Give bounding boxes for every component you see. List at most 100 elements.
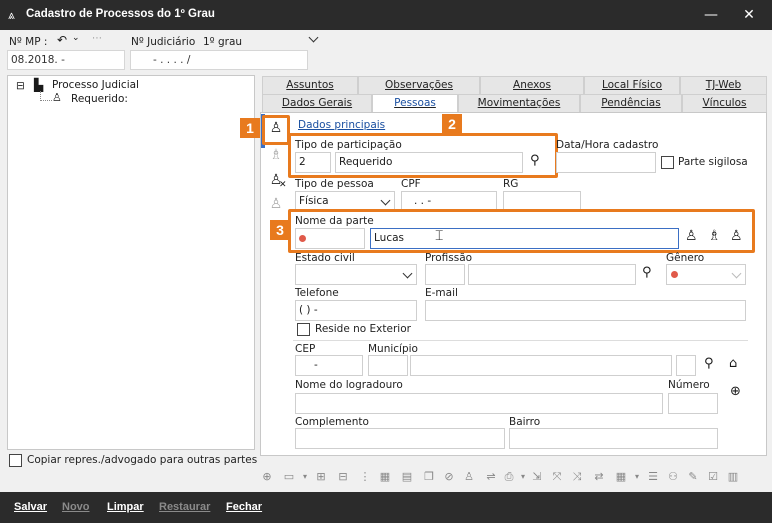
person-search-icon[interactable]: ♙ bbox=[266, 194, 286, 214]
print-icon[interactable]: ⎙ bbox=[502, 470, 516, 484]
grid-icon[interactable]: ⊞ bbox=[314, 470, 328, 484]
search-icon[interactable]: ⚲ bbox=[704, 356, 714, 371]
clear-button[interactable]: Limpar bbox=[107, 492, 144, 523]
flow-icon[interactable]: ⇄ bbox=[592, 470, 606, 484]
user-icon[interactable]: ♙ bbox=[462, 470, 476, 484]
numero-label: Número bbox=[668, 379, 710, 391]
search-icon[interactable]: ⚲ bbox=[642, 265, 652, 280]
telefone-label: Telefone bbox=[295, 287, 339, 299]
folder-icon[interactable]: ▭ bbox=[282, 470, 296, 484]
person-lawyer-icon[interactable]: ♗ bbox=[266, 145, 286, 165]
tab-observacoes[interactable]: Observações bbox=[358, 76, 480, 94]
tabs-row-2: Dados Gerais Pessoas Movimentações Pendê… bbox=[262, 94, 767, 112]
person-card-icon[interactable]: ♙ bbox=[685, 228, 698, 244]
tab-pendencias[interactable]: Pendências bbox=[580, 94, 682, 112]
text-cursor-icon: ⌶ bbox=[435, 228, 444, 244]
data-hora-input[interactable] bbox=[556, 152, 656, 173]
nome-parte-input[interactable]: Lucas bbox=[370, 228, 679, 249]
tab-pessoas[interactable]: Pessoas bbox=[372, 94, 458, 112]
save-button[interactable]: Salvar bbox=[14, 492, 47, 523]
cep-label: CEP bbox=[295, 343, 316, 355]
export-icon[interactable]: ⇲ bbox=[530, 470, 544, 484]
tab-local-fisico[interactable]: Local Físico bbox=[584, 76, 680, 94]
person-search-icon[interactable]: ♙ bbox=[730, 228, 743, 244]
chevron-down-icon[interactable]: ⌄ bbox=[72, 33, 80, 43]
tipo-participacao-code-input[interactable]: 2 bbox=[295, 152, 331, 173]
municipio-input[interactable] bbox=[410, 355, 672, 376]
person-info-icon[interactable]: ♗ bbox=[708, 228, 721, 244]
chevron-down-icon[interactable]: ▾ bbox=[298, 470, 312, 484]
subtab-dados-principais[interactable]: Dados principais bbox=[298, 119, 385, 131]
copy-representative-label: Copiar repres./advogado para outras part… bbox=[27, 454, 258, 466]
judiciario-label: Nº Judiciário bbox=[131, 36, 196, 48]
network-icon[interactable]: ⋮ bbox=[358, 470, 372, 484]
tab-tj-web[interactable]: TJ-Web bbox=[680, 76, 767, 94]
note-icon[interactable]: ✎ bbox=[686, 470, 700, 484]
grau-dropdown[interactable] bbox=[308, 32, 319, 43]
complemento-input[interactable] bbox=[295, 428, 505, 449]
email-input[interactable] bbox=[425, 300, 746, 321]
minimize-button[interactable]: — bbox=[696, 3, 726, 27]
reside-exterior-checkbox[interactable] bbox=[297, 323, 310, 336]
process-tree: ⊟ ▙ Processo Judicial ♙ Requerido: bbox=[7, 75, 255, 450]
grau-label: 1º grau bbox=[203, 36, 243, 48]
search-icon[interactable]: ⚲ bbox=[530, 153, 540, 168]
users-icon[interactable]: ⚇ bbox=[666, 470, 680, 484]
merge-icon[interactable]: ⤨ bbox=[570, 470, 584, 484]
tipo-pessoa-label: Tipo de pessoa bbox=[295, 178, 374, 190]
tree-node-requerido[interactable]: Requerido: bbox=[71, 93, 128, 105]
chevron-down-icon[interactable]: ▾ bbox=[630, 470, 644, 484]
tab-assuntos[interactable]: Assuntos bbox=[262, 76, 358, 94]
tab-vinculos[interactable]: Vínculos bbox=[682, 94, 767, 112]
judiciario-number-field[interactable]: - . . . . / bbox=[130, 50, 308, 70]
add-icon[interactable]: ⊕ bbox=[260, 470, 274, 484]
badge-1: 1 bbox=[240, 118, 260, 138]
profissao-code-input[interactable] bbox=[425, 264, 465, 285]
link-icon[interactable]: ⇌ bbox=[484, 470, 498, 484]
tab-dados-gerais[interactable]: Dados Gerais bbox=[262, 94, 372, 112]
logradouro-label: Nome do logradouro bbox=[295, 379, 403, 391]
restore-button[interactable]: Restaurar bbox=[159, 492, 210, 523]
notebook-icon[interactable]: ▥ bbox=[726, 470, 740, 484]
attach-icon[interactable]: ⊘ bbox=[442, 470, 456, 484]
map-add-icon[interactable]: ⊕ bbox=[730, 384, 741, 399]
logradouro-input[interactable] bbox=[295, 393, 663, 414]
estado-civil-select[interactable] bbox=[295, 264, 417, 285]
numero-input[interactable] bbox=[668, 393, 718, 414]
close-window-button[interactable]: Fechar bbox=[226, 492, 262, 523]
municipio-code-input[interactable] bbox=[368, 355, 408, 376]
telefone-input[interactable]: ( ) - bbox=[295, 300, 417, 321]
tipo-participacao-input[interactable]: Requerido bbox=[335, 152, 523, 173]
table-icon[interactable]: ▦ bbox=[378, 470, 392, 484]
parte-sigilosa-checkbox[interactable] bbox=[661, 156, 674, 169]
tab-movimentacoes[interactable]: Movimentações bbox=[458, 94, 580, 112]
tipo-pessoa-value: Física bbox=[299, 195, 329, 207]
document-icon[interactable]: ▤ bbox=[400, 470, 414, 484]
copy-representative-checkbox[interactable] bbox=[9, 454, 22, 467]
profissao-input[interactable] bbox=[468, 264, 636, 285]
tree-expander-icon[interactable]: ⊟ bbox=[16, 80, 25, 92]
address-lookup-icon[interactable]: ⌂ bbox=[729, 356, 737, 371]
checklist-icon[interactable]: ☑ bbox=[706, 470, 720, 484]
calendar-icon[interactable]: ▦ bbox=[614, 470, 628, 484]
parte-sigilosa-label: Parte sigilosa bbox=[678, 156, 748, 168]
cpf-label: CPF bbox=[401, 178, 421, 190]
copy-icon[interactable]: ❐ bbox=[422, 470, 436, 484]
tree-node-processo[interactable]: Processo Judicial bbox=[52, 79, 139, 91]
chevron-down-icon[interactable]: ▾ bbox=[516, 470, 530, 484]
bairro-input[interactable] bbox=[509, 428, 718, 449]
tab-anexos[interactable]: Anexos bbox=[480, 76, 584, 94]
badge-2: 2 bbox=[442, 114, 462, 134]
expand-icon[interactable]: ⤧ bbox=[550, 470, 564, 484]
cep-input[interactable]: - bbox=[295, 355, 363, 376]
tree-icon[interactable]: ⊟ bbox=[336, 470, 350, 484]
new-button[interactable]: Novo bbox=[62, 492, 90, 523]
undo-icon[interactable]: ↶ bbox=[57, 33, 67, 47]
stack-icon[interactable]: ☰ bbox=[646, 470, 660, 484]
more-icon[interactable]: ⋯ bbox=[92, 33, 102, 44]
uf-input[interactable] bbox=[676, 355, 696, 376]
mp-number-field[interactable]: 08.2018. - bbox=[7, 50, 125, 70]
genero-label: Gênero bbox=[666, 252, 705, 264]
close-button[interactable]: ✕ bbox=[734, 3, 764, 27]
genero-select[interactable] bbox=[666, 264, 746, 285]
